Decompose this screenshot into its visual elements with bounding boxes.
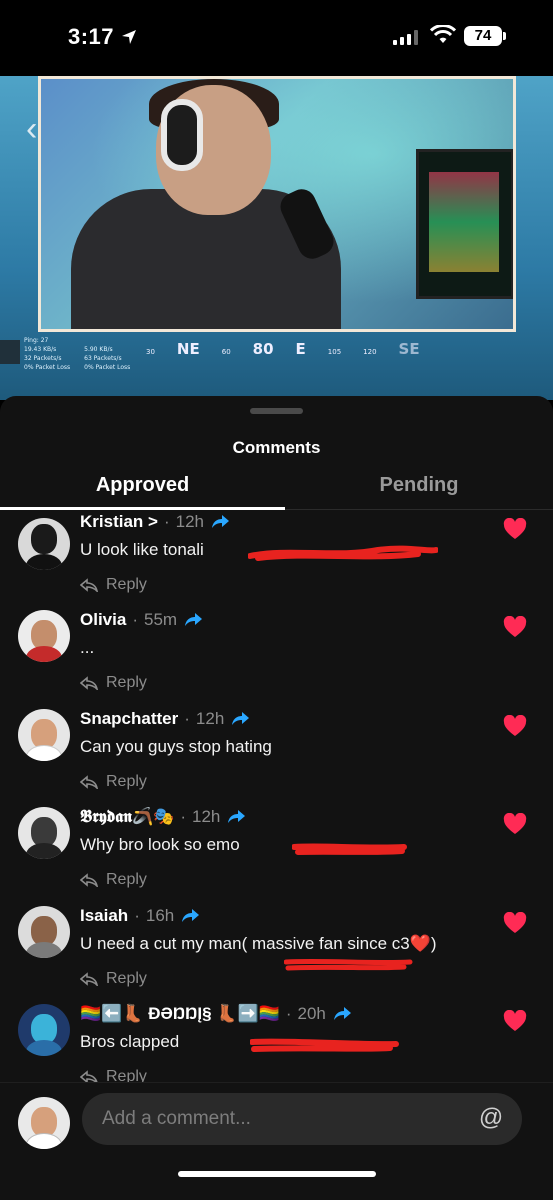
comment-time: 12h: [175, 512, 204, 531]
avatar[interactable]: [18, 807, 70, 859]
reply-button[interactable]: Reply: [80, 773, 147, 791]
reply-icon: [80, 1070, 98, 1082]
comment-text: Can you guys stop hating: [80, 737, 272, 756]
reply-label: Reply: [106, 1068, 147, 1082]
game-hud: Ping: 27 19.43 KB/s 32 Packets/s 0% Packet…: [0, 332, 553, 390]
reply-button[interactable]: Reply: [80, 1068, 147, 1082]
comment-input[interactable]: [82, 1093, 522, 1145]
sheet-title: Comments: [232, 438, 321, 457]
share-arrow-icon[interactable]: [230, 711, 250, 727]
avatar[interactable]: [18, 610, 70, 662]
avatar[interactable]: [18, 906, 70, 958]
network-stats: Ping: 27 19.43 KB/s 32 Packets/s 0% Packet…: [24, 337, 131, 371]
heart-icon[interactable]: [503, 616, 527, 638]
avatar[interactable]: [18, 518, 70, 570]
compass: 30 NE 60 80 E 105 120 SE: [146, 340, 420, 358]
chevron-left-icon[interactable]: ‹: [26, 110, 37, 149]
reply-label: Reply: [106, 871, 147, 888]
comment-item: Snapchatter · 12h Can you guys stop hati…: [0, 709, 553, 807]
share-arrow-icon[interactable]: [226, 809, 246, 825]
comment-time: 55m: [143, 610, 178, 629]
mention-at-icon[interactable]: @: [478, 1105, 504, 1131]
comment-item: Olivia · 55m ... Reply: [0, 610, 553, 708]
headphones-image: [161, 99, 203, 171]
red-scribble-redaction: [250, 1038, 399, 1052]
comment-item: 𝕭𝖗𝖞𝖉𝖆𝖓🪃🎭 · 12h Why bro look so emo Reply: [0, 807, 553, 905]
sheet-grabber[interactable]: [250, 408, 303, 414]
comment-text: Why bro look so emo: [80, 835, 240, 854]
avatar[interactable]: [18, 709, 70, 761]
active-tab-indicator: [0, 507, 285, 510]
share-arrow-icon[interactable]: [210, 514, 230, 530]
comment-author[interactable]: Olivia: [80, 610, 126, 630]
share-arrow-icon[interactable]: [332, 1006, 352, 1022]
comment-composer: @: [0, 1082, 553, 1200]
tab-approved[interactable]: Approved: [0, 474, 285, 497]
heart-icon[interactable]: [503, 518, 527, 540]
reply-label: Reply: [106, 773, 147, 790]
red-scribble-redaction: [292, 843, 407, 855]
reply-button[interactable]: Reply: [80, 576, 147, 594]
heart-icon[interactable]: [503, 813, 527, 835]
pc-monitor-image: [416, 149, 513, 299]
reply-button[interactable]: Reply: [80, 871, 147, 889]
battery-icon: 74: [464, 26, 506, 46]
comment-author[interactable]: Kristian >: [80, 512, 158, 532]
comment-time: 16h: [145, 906, 175, 925]
reply-label: Reply: [106, 576, 147, 593]
comment-item: 🏳️‍🌈⬅️👢 ÐƏŊŊĮ§ 👢➡️🏳️‍🌈 · 20h Bros clappe…: [0, 1004, 553, 1082]
comment-author[interactable]: 🏳️‍🌈⬅️👢 ÐƏŊŊĮ§ 👢➡️🏳️‍🌈: [80, 1004, 280, 1024]
video-preview[interactable]: ‹ Ping: 27 19.43 KB/s 32 Packets/s 0% Pack…: [0, 76, 553, 400]
reply-icon: [80, 676, 98, 690]
tab-pending[interactable]: Pending: [285, 474, 553, 497]
location-arrow-icon: [122, 30, 137, 44]
reply-label: Reply: [106, 674, 147, 691]
comment-time: 12h: [195, 709, 225, 728]
reply-icon: [80, 972, 98, 986]
avatar[interactable]: [18, 1004, 70, 1056]
comment-list: Kristian > · 12h U look like tonali Repl…: [0, 512, 553, 1082]
comment-text: U need a cut my man( massive fan since c…: [80, 934, 437, 953]
reply-button[interactable]: Reply: [80, 970, 147, 988]
heart-icon[interactable]: [503, 715, 527, 737]
reply-icon: [80, 578, 98, 592]
comment-tabs: Approved Pending: [0, 470, 553, 510]
share-arrow-icon[interactable]: [180, 908, 200, 924]
comment-time: 12h: [191, 807, 221, 826]
my-avatar[interactable]: [18, 1097, 70, 1149]
red-scribble-redaction: [284, 958, 413, 971]
comment-text: Bros clapped: [80, 1032, 180, 1051]
wifi-icon: [430, 25, 456, 43]
comment-item: Isaiah · 16h U need a cut my man( massiv…: [0, 906, 553, 1004]
comment-author[interactable]: Isaiah: [80, 906, 128, 926]
comment-author[interactable]: 𝕭𝖗𝖞𝖉𝖆𝖓🪃🎭: [80, 807, 174, 827]
red-scribble-redaction: [248, 545, 438, 561]
comment-author[interactable]: Snapchatter: [80, 709, 178, 729]
reply-button[interactable]: Reply: [80, 674, 147, 692]
reply-icon: [80, 775, 98, 789]
comment-time: 20h: [297, 1004, 326, 1023]
cellular-signal-icon: [393, 29, 418, 45]
comments-sheet: Comments Approved Pending Kristian > · 1…: [0, 396, 553, 1200]
share-arrow-icon[interactable]: [183, 612, 203, 628]
clock-text: 3:17: [68, 24, 115, 49]
reply-label: Reply: [106, 970, 147, 987]
heart-icon[interactable]: [503, 1010, 527, 1032]
status-time: 3:17: [68, 24, 138, 50]
comment-text: U look like tonali: [80, 540, 204, 559]
comment-item: Kristian > · 12h U look like tonali Repl…: [0, 512, 553, 610]
heart-icon[interactable]: [503, 912, 527, 934]
home-indicator: [178, 1171, 376, 1177]
comment-text: ...: [80, 638, 95, 657]
webcam-frame: [38, 76, 516, 332]
status-bar: 3:17 74: [0, 0, 553, 76]
reply-icon: [80, 873, 98, 887]
